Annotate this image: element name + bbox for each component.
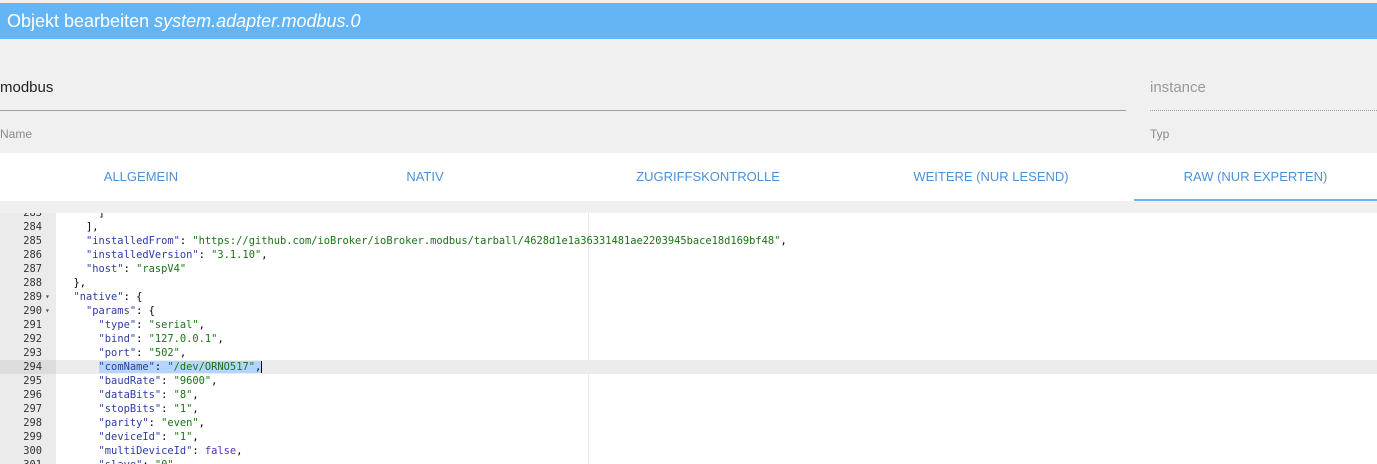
code-line[interactable]: 300 "multiDeviceId": false, xyxy=(0,444,1377,458)
code-text: "stopBits": "1", xyxy=(98,403,199,415)
code-text: "baudRate": "9600", xyxy=(98,375,218,387)
type-field-label: Typ xyxy=(1150,127,1170,141)
line-number: 300 xyxy=(23,445,42,457)
line-number: 292 xyxy=(23,333,42,345)
code-text: "native": { xyxy=(73,291,143,303)
type-input: instance xyxy=(1150,79,1206,96)
name-field-label: Name xyxy=(0,127,33,141)
line-number: 294 xyxy=(0,360,56,374)
line-number: 287 xyxy=(23,263,42,275)
type-field-underline xyxy=(1150,110,1377,111)
code-text: "port": "502", xyxy=(98,347,187,359)
tab-allgemein[interactable]: ALLGEMEIN xyxy=(0,153,282,201)
tab-bar: ALLGEMEIN NATIV ZUGRIFFSKONTROLLE WEITER… xyxy=(0,153,1377,201)
code-text: }, xyxy=(61,277,87,289)
line-number: 283 xyxy=(23,213,42,219)
line-number: 285 xyxy=(23,235,42,247)
code-text: "deviceId": "1", xyxy=(98,431,199,443)
editor-lines: 283 ] 284 ], 285 "installedFrom": "https:/… xyxy=(0,213,1377,464)
code-text: "type": "serial", xyxy=(98,319,205,331)
name-input[interactable]: modbus xyxy=(0,79,1126,96)
code-line[interactable]: 295 "baudRate": "9600", xyxy=(0,374,1377,388)
fold-toggle-icon[interactable]: ▾ xyxy=(45,290,50,304)
type-field: instance Typ xyxy=(1150,79,1377,149)
code-line[interactable]: 288 }, xyxy=(0,276,1377,290)
code-text: ], xyxy=(61,221,99,233)
code-text: "slave": "0", xyxy=(61,458,180,464)
code-line[interactable]: 285 "installedFrom": "https://github.com… xyxy=(0,234,1377,248)
name-field-underline xyxy=(0,110,1126,111)
code-line[interactable]: 286 "installedVersion": "3.1.10", xyxy=(0,248,1377,262)
code-text: "host": "raspV4" xyxy=(86,263,187,275)
tab-weitere[interactable]: WEITERE (NUR LESEND) xyxy=(848,153,1134,201)
code-line[interactable]: 297 "stopBits": "1", xyxy=(0,402,1377,416)
code-text: "dataBits": "8", xyxy=(98,389,199,401)
line-number: 295 xyxy=(23,375,42,387)
tab-raw[interactable]: RAW (NUR EXPERTEN) xyxy=(1134,153,1377,201)
code-line[interactable]: 292 "bind": "127.0.0.1", xyxy=(0,332,1377,346)
name-field[interactable]: modbus Name xyxy=(0,79,1126,149)
line-number: 291 xyxy=(23,319,42,331)
line-number: 293 xyxy=(23,347,42,359)
code-text: ] xyxy=(61,213,105,219)
code-line[interactable]: 284 ], xyxy=(0,220,1377,234)
code-text: "installedFrom": "https://github.com/ioB… xyxy=(86,235,787,247)
code-text: "parity": "even", xyxy=(98,417,205,429)
code-text: "comName": "/dev/ORNO517", xyxy=(98,361,263,373)
dialog-title-object-id: system.adapter.modbus.0 xyxy=(154,11,361,31)
line-number: 296 xyxy=(23,389,42,401)
code-line[interactable]: 296 "dataBits": "8", xyxy=(0,388,1377,402)
line-number: 297 xyxy=(23,403,42,415)
line-number: 301 xyxy=(0,458,56,464)
line-number: 299 xyxy=(23,431,42,443)
code-text: "bind": "127.0.0.1", xyxy=(98,333,224,345)
code-line[interactable]: 289 ▾ "native": { xyxy=(0,290,1377,304)
code-line[interactable]: 290 ▾ "params": { xyxy=(0,304,1377,318)
line-number: 286 xyxy=(23,249,42,261)
line-number: 284 xyxy=(23,221,42,233)
fold-toggle-icon[interactable]: ▾ xyxy=(45,304,50,318)
code-line[interactable]: 294 "comName": "/dev/ORNO517", xyxy=(0,360,1377,374)
code-text: "installedVersion": "3.1.10", xyxy=(86,249,268,261)
code-line[interactable]: 299 "deviceId": "1", xyxy=(0,430,1377,444)
code-line[interactable]: 293 "port": "502", xyxy=(0,346,1377,360)
line-number: 288 xyxy=(23,277,42,289)
code-line[interactable]: 283 ] xyxy=(0,213,1377,220)
tab-zugriffskontrolle[interactable]: ZUGRIFFSKONTROLLE xyxy=(568,153,848,201)
json-code-editor[interactable]: 283 ] 284 ], 285 "installedFrom": "https:/… xyxy=(0,213,1377,464)
code-text: "multiDeviceId": false, xyxy=(98,445,243,457)
tab-nativ[interactable]: NATIV xyxy=(282,153,568,201)
dialog-title-bar: Objekt bearbeiten system.adapter.modbus.… xyxy=(0,3,1377,39)
code-text: "params": { xyxy=(86,305,155,317)
dialog-title-prefix: Objekt bearbeiten xyxy=(7,11,150,31)
code-line[interactable]: 287 "host": "raspV4" xyxy=(0,262,1377,276)
code-line[interactable]: 298 "parity": "even", xyxy=(0,416,1377,430)
code-line[interactable]: 301 "slave": "0", xyxy=(0,458,1377,464)
text-cursor xyxy=(261,361,263,373)
code-line[interactable]: 291 "type": "serial", xyxy=(0,318,1377,332)
line-number: 298 xyxy=(23,417,42,429)
